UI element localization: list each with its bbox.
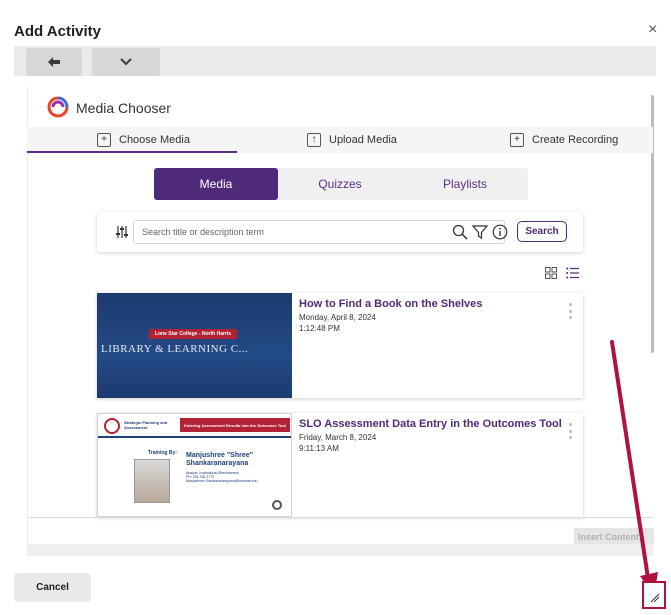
- search-button[interactable]: Search: [517, 221, 567, 242]
- media-date: Monday, April 8, 2024: [299, 313, 376, 322]
- media-card[interactable]: Lone Star College - North Harris LIBRARY…: [97, 293, 583, 398]
- thumbnail-banner: Entering Assessment Results into the Out…: [180, 418, 290, 432]
- tab-label: Choose Media: [119, 134, 190, 146]
- org-logo-icon: [104, 418, 120, 434]
- media-chooser-title: Media Chooser: [76, 100, 171, 116]
- tab-choose-media[interactable]: + Choose Media: [97, 127, 190, 153]
- media-thumbnail[interactable]: Lone Star College - North Harris LIBRARY…: [97, 293, 292, 398]
- close-icon[interactable]: ×: [648, 22, 657, 38]
- resize-grip-icon: [650, 593, 660, 603]
- media-title[interactable]: SLO Assessment Data Entry in the Outcome…: [299, 418, 562, 430]
- search-panel: Search: [97, 212, 583, 252]
- frame-divider: [27, 517, 653, 518]
- thumbnail-caption: LIBRARY & LEARNING C...: [101, 343, 249, 355]
- thumbnail-presenter: Manjushree "Shree" Shankaranarayana: [186, 452, 253, 467]
- tab-upload-media[interactable]: ↑ Upload Media: [307, 127, 397, 153]
- more-options-icon[interactable]: [567, 303, 573, 319]
- media-tabs: + Choose Media ↑ Upload Media + Create R…: [27, 127, 653, 153]
- segment-media[interactable]: Media: [154, 168, 278, 200]
- media-date: Friday, March 8, 2024: [299, 433, 377, 442]
- tab-label: Upload Media: [329, 134, 397, 146]
- presenter-email: Manjushree.Shankaranarayana@lonestar.edu: [186, 479, 258, 483]
- thumbnail-banner: Lone Star College - North Harris: [149, 329, 237, 339]
- annotation-arrow-icon: [610, 340, 658, 596]
- info-icon[interactable]: [492, 224, 508, 240]
- search-input[interactable]: [133, 220, 505, 244]
- arrow-left-icon: [48, 57, 60, 67]
- search-icon[interactable]: [452, 224, 468, 240]
- media-chooser-logo-icon: [47, 96, 69, 118]
- dialog-title: Add Activity: [14, 23, 101, 40]
- plus-tag-icon: +: [510, 133, 524, 147]
- media-time: 9:11:13 AM: [299, 444, 339, 453]
- segment-playlists[interactable]: Playlists: [402, 168, 528, 200]
- thumbnail-header: Strategic Planning and Assessment Enteri…: [98, 414, 291, 438]
- plus-box-icon: +: [97, 133, 111, 147]
- presenter-photo: [134, 459, 170, 503]
- media-type-switch: Media Quizzes Playlists: [154, 168, 528, 200]
- segment-quizzes[interactable]: Quizzes: [278, 168, 402, 200]
- footer-logo-icon: [272, 500, 282, 510]
- tab-label: Create Recording: [532, 134, 619, 146]
- filter-icon[interactable]: [472, 224, 488, 240]
- resize-handle[interactable]: [642, 581, 666, 609]
- tab-create-recording[interactable]: + Create Recording: [510, 127, 618, 153]
- active-tab-indicator: [27, 151, 237, 153]
- media-card[interactable]: Strategic Planning and Assessment Enteri…: [97, 413, 583, 517]
- dialog-toolbar: [14, 46, 656, 76]
- media-title[interactable]: How to Find a Book on the Shelves: [299, 298, 482, 310]
- grid-view-icon[interactable]: [545, 267, 557, 279]
- thumbnail-training-by: Training By:: [148, 450, 177, 456]
- media-time: 1:12:48 PM: [299, 324, 340, 333]
- cancel-button[interactable]: Cancel: [14, 573, 91, 602]
- upload-box-icon: ↑: [307, 133, 321, 147]
- more-options-icon[interactable]: [567, 423, 573, 439]
- list-view-icon[interactable]: [566, 267, 579, 279]
- thumbnail-presenter-details: Analyst, Institutional Effectiveness PH:…: [186, 471, 286, 483]
- media-thumbnail[interactable]: Strategic Planning and Assessment Enteri…: [97, 413, 292, 517]
- sliders-icon[interactable]: [115, 225, 129, 239]
- dropdown-button[interactable]: [92, 48, 160, 76]
- back-button[interactable]: [26, 48, 82, 76]
- thumbnail-org: Strategic Planning and Assessment: [124, 420, 168, 430]
- chevron-down-icon: [120, 58, 132, 66]
- horizontal-scrollbar[interactable]: [27, 544, 653, 556]
